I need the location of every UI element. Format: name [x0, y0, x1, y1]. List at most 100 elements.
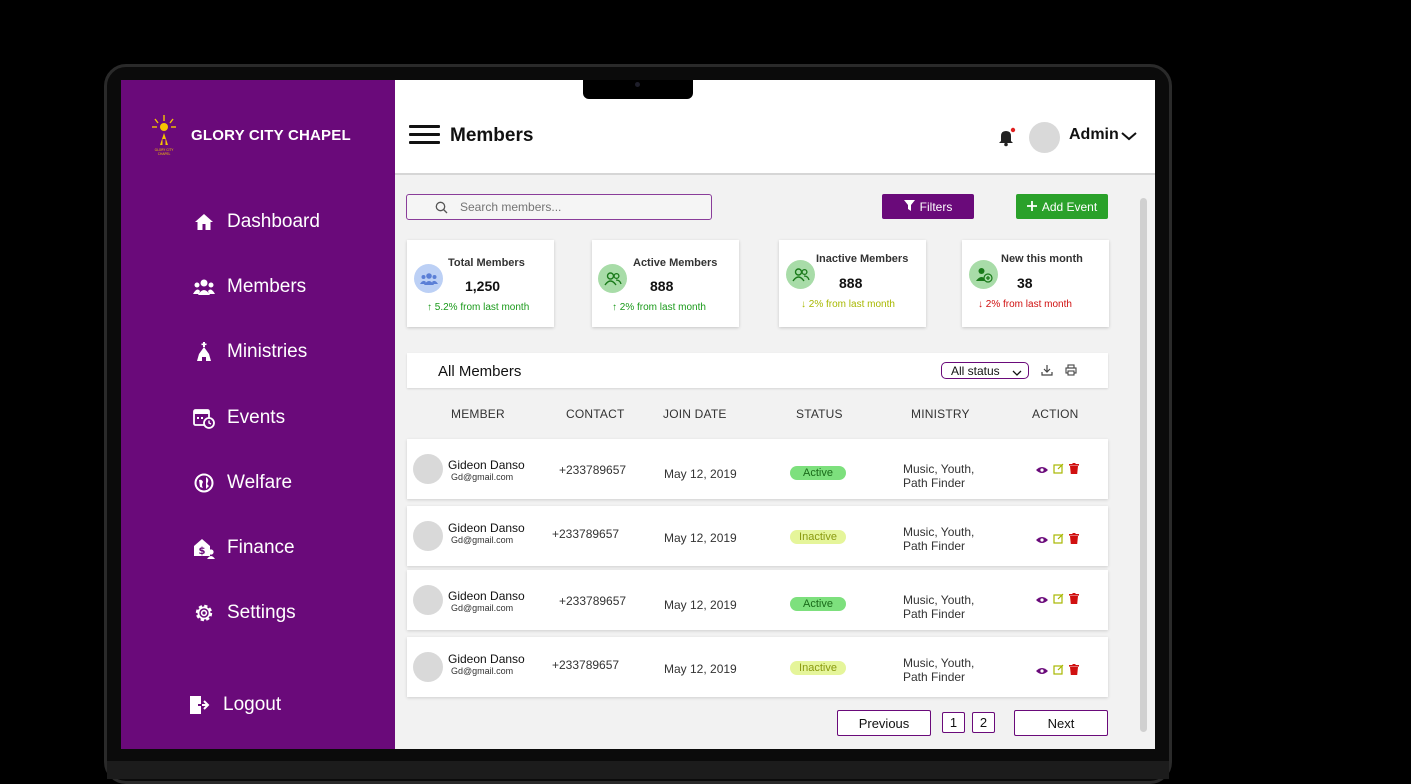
- add-user-icon: [969, 260, 998, 289]
- avatar: [413, 652, 443, 682]
- status-badge: Active: [790, 466, 846, 480]
- edit-icon[interactable]: [1053, 461, 1064, 479]
- sidebar-item-label: Welfare: [227, 472, 293, 493]
- chevron-down-icon: [1012, 366, 1022, 380]
- sidebar-item-label: Settings: [227, 602, 296, 623]
- stat-label: Inactive Members: [816, 253, 909, 265]
- finance-icon: $: [193, 537, 215, 559]
- member-email: Gd@gmail.com: [451, 535, 514, 545]
- member-email: Gd@gmail.com: [451, 666, 514, 676]
- svg-text:$: $: [199, 546, 206, 557]
- avatar: [413, 454, 443, 484]
- member-name: Gideon Danso: [448, 589, 525, 603]
- column-header-member[interactable]: MEMBER: [451, 407, 505, 421]
- view-icon[interactable]: [1036, 591, 1048, 609]
- chevron-down-icon[interactable]: [1121, 128, 1137, 146]
- sidebar-item-members[interactable]: Members: [193, 276, 306, 298]
- arrow-down-icon: ↓: [801, 299, 806, 310]
- sidebar-item-settings[interactable]: Settings: [193, 602, 296, 624]
- users-icon: [193, 276, 215, 298]
- stat-value: 888: [650, 278, 674, 294]
- table-row[interactable]: Gideon Danso Gd@gmail.com +233789657 May…: [407, 570, 1108, 630]
- stat-card-total-members: Total Members 1,250 ↑ 5.2% from last mon…: [407, 240, 554, 327]
- sidebar-item-label: Members: [227, 276, 307, 297]
- column-header-contact[interactable]: CONTACT: [566, 407, 625, 421]
- member-name: Gideon Danso: [448, 521, 525, 535]
- delete-icon[interactable]: [1069, 461, 1079, 479]
- stat-change: ↑ 2% from last month: [612, 302, 706, 313]
- globe-icon: [193, 472, 215, 494]
- user-name[interactable]: Admin: [1069, 126, 1119, 144]
- stat-value: 38: [1017, 275, 1033, 291]
- brand[interactable]: GLORY CITY CHAPEL GLORY CITY CHAPEL: [149, 113, 351, 157]
- user-avatar[interactable]: [1029, 122, 1060, 153]
- stat-card-inactive-members: Inactive Members 888 ↓ 2% from last mont…: [779, 240, 926, 327]
- table-row[interactable]: Gideon Danso Gd@gmail.com +233789657 May…: [407, 506, 1108, 566]
- hamburger-menu-icon[interactable]: [409, 125, 440, 145]
- view-icon[interactable]: [1036, 662, 1048, 680]
- edit-icon[interactable]: [1053, 591, 1064, 609]
- stat-value: 888: [839, 275, 863, 291]
- view-icon[interactable]: [1036, 461, 1048, 479]
- app-screen: GLORY CITY CHAPEL GLORY CITY CHAPEL Dash…: [121, 80, 1155, 749]
- search-input[interactable]: [460, 200, 690, 214]
- stat-change: ↓ 2% from last month: [978, 299, 1072, 310]
- download-icon[interactable]: [1041, 363, 1053, 381]
- member-email: Gd@gmail.com: [451, 472, 514, 482]
- notification-bell-icon[interactable]: [997, 127, 1017, 147]
- member-name: Gideon Danso: [448, 652, 525, 666]
- add-event-label: Add Event: [1041, 199, 1098, 214]
- table-row[interactable]: Gideon Danso Gd@gmail.com +233789657 May…: [407, 439, 1108, 499]
- delete-icon[interactable]: [1069, 591, 1079, 609]
- view-icon[interactable]: [1036, 531, 1048, 549]
- sidebar-item-welfare[interactable]: Welfare: [193, 472, 292, 494]
- edit-icon[interactable]: [1053, 531, 1064, 549]
- arrow-up-icon: ↑: [427, 302, 432, 313]
- members-table-header: All Members All status: [407, 353, 1108, 388]
- delete-icon[interactable]: [1069, 662, 1079, 680]
- page-1-button[interactable]: 1: [942, 712, 965, 733]
- church-logo-icon: GLORY CITY CHAPEL: [149, 113, 179, 157]
- gear-icon: [193, 602, 215, 624]
- sidebar-item-label: Ministries: [227, 341, 308, 362]
- sidebar-item-label: Finance: [227, 537, 295, 558]
- member-join-date: May 12, 2019: [664, 531, 737, 545]
- print-icon[interactable]: [1065, 363, 1077, 381]
- logout-button[interactable]: Logout: [189, 694, 281, 716]
- filters-button[interactable]: Filters: [882, 194, 974, 219]
- sidebar-item-label: Events: [227, 407, 286, 428]
- column-header-join-date[interactable]: JOIN DATE: [663, 407, 727, 421]
- camera-notch: [583, 80, 693, 99]
- member-join-date: May 12, 2019: [664, 598, 737, 612]
- logout-label: Logout: [223, 694, 282, 715]
- member-contact: +233789657: [552, 527, 620, 541]
- scrollbar[interactable]: [1140, 198, 1147, 732]
- stat-change: ↓ 2% from last month: [801, 299, 895, 310]
- row-actions: [1036, 662, 1079, 680]
- stat-change: ↑ 5.2% from last month: [427, 302, 530, 313]
- stat-label: Total Members: [448, 257, 525, 269]
- delete-icon[interactable]: [1069, 531, 1079, 549]
- previous-page-button[interactable]: Previous: [837, 710, 931, 736]
- member-ministry: Music, Youth, Path Finder: [903, 462, 975, 490]
- sidebar-item-dashboard[interactable]: Dashboard: [193, 211, 320, 233]
- stat-card-new-this-month: New this month 38 ↓ 2% from last month: [962, 240, 1109, 327]
- page-2-button[interactable]: 2: [972, 712, 995, 733]
- sidebar-item-ministries[interactable]: Ministries: [193, 341, 307, 363]
- users-icon: [414, 264, 443, 293]
- status-badge: Active: [790, 597, 846, 611]
- table-row[interactable]: Gideon Danso Gd@gmail.com +233789657 May…: [407, 637, 1108, 697]
- arrow-down-icon: ↓: [978, 299, 983, 310]
- status-filter-select[interactable]: All status: [941, 362, 1029, 379]
- sidebar-item-finance[interactable]: $ Finance: [193, 537, 295, 559]
- laptop-base: [107, 761, 1169, 779]
- edit-icon[interactable]: [1053, 662, 1064, 680]
- add-event-button[interactable]: Add Event: [1016, 194, 1108, 219]
- filter-icon: [903, 199, 915, 214]
- sidebar-item-events[interactable]: Events: [193, 407, 285, 429]
- sidebar: GLORY CITY CHAPEL GLORY CITY CHAPEL Dash…: [121, 80, 395, 749]
- next-page-button[interactable]: Next: [1014, 710, 1108, 736]
- column-header-status[interactable]: STATUS: [796, 407, 843, 421]
- avatar: [413, 521, 443, 551]
- column-header-ministry[interactable]: MINISTRY: [911, 407, 970, 421]
